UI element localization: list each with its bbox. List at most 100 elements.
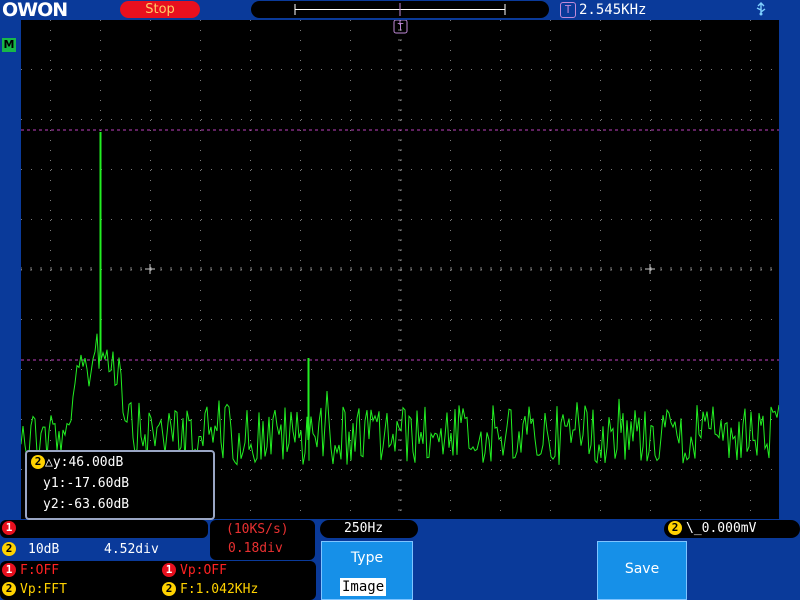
type-softkey[interactable]: Type Image bbox=[321, 541, 413, 600]
grid-dot bbox=[600, 180, 601, 181]
grid-dot bbox=[361, 469, 362, 470]
grid-dot bbox=[761, 369, 762, 370]
grid-dot bbox=[450, 250, 451, 251]
grid-dot bbox=[100, 100, 101, 101]
grid-dot bbox=[151, 119, 152, 120]
run-state-badge[interactable]: Stop bbox=[120, 1, 200, 18]
grid-dot bbox=[391, 369, 392, 370]
owon-logo: OWON bbox=[2, 0, 68, 20]
grid-dot bbox=[481, 419, 482, 420]
grid-dot bbox=[381, 69, 382, 70]
grid-dot bbox=[771, 419, 772, 420]
grid-dot bbox=[551, 69, 552, 70]
grid-dot bbox=[491, 169, 492, 170]
grid-dot bbox=[50, 70, 51, 71]
grid-dot bbox=[201, 119, 202, 120]
grid-dot bbox=[600, 30, 601, 31]
grid-dot bbox=[150, 410, 151, 411]
grid-dot bbox=[241, 69, 242, 70]
grid-dot bbox=[450, 100, 451, 101]
grid-dot bbox=[300, 330, 301, 331]
grid-dot bbox=[331, 369, 332, 370]
grid-dot bbox=[200, 230, 201, 231]
grid-dot bbox=[541, 69, 542, 70]
grid-dot bbox=[650, 260, 651, 261]
grid-dot bbox=[200, 310, 201, 311]
grid-dot bbox=[50, 410, 51, 411]
grid-dot bbox=[650, 420, 651, 421]
grid-dot bbox=[711, 119, 712, 120]
grid-dot bbox=[150, 130, 151, 131]
grid-dot bbox=[550, 390, 551, 391]
grid-dot bbox=[700, 290, 701, 291]
grid-dot bbox=[250, 340, 251, 341]
grid-dot bbox=[650, 20, 651, 21]
grid-dot bbox=[450, 310, 451, 311]
grid-dot bbox=[741, 369, 742, 370]
grid-dot bbox=[350, 300, 351, 301]
grid-dot bbox=[61, 419, 62, 420]
grid-dot bbox=[100, 30, 101, 31]
grid-dot bbox=[611, 169, 612, 170]
grid-dot bbox=[681, 119, 682, 120]
grid-dot bbox=[181, 119, 182, 120]
grid-dot bbox=[361, 419, 362, 420]
grid-dot bbox=[701, 69, 702, 70]
grid-dot bbox=[81, 369, 82, 370]
grid-dot bbox=[771, 469, 772, 470]
grid-dot bbox=[241, 469, 242, 470]
grid-dot bbox=[700, 150, 701, 151]
grid-dot bbox=[701, 469, 702, 470]
grid-dot bbox=[431, 319, 432, 320]
grid-dot bbox=[771, 169, 772, 170]
grid-dot bbox=[761, 119, 762, 120]
grid-dot bbox=[700, 210, 701, 211]
grid-dot bbox=[571, 119, 572, 120]
grid-dot bbox=[471, 369, 472, 370]
waveform-display[interactable]: T bbox=[21, 20, 779, 519]
grid-dot bbox=[700, 410, 701, 411]
grid-dot bbox=[500, 480, 501, 481]
timebase-window-icon bbox=[294, 3, 506, 16]
grid-dot bbox=[31, 69, 32, 70]
grid-dot bbox=[550, 510, 551, 511]
grid-dot bbox=[711, 469, 712, 470]
grid-dot bbox=[650, 350, 651, 351]
grid-dot bbox=[450, 460, 451, 461]
grid-dot bbox=[450, 80, 451, 81]
grid-dot bbox=[421, 119, 422, 120]
grid-dot bbox=[421, 219, 422, 220]
grid-dot bbox=[50, 100, 51, 101]
ch2-position: 4.52div bbox=[104, 542, 159, 557]
grid-dot bbox=[750, 490, 751, 491]
grid-dot bbox=[191, 219, 192, 220]
grid-dot bbox=[650, 370, 651, 371]
grid-dot bbox=[350, 350, 351, 351]
grid-dot bbox=[250, 150, 251, 151]
grid-dot bbox=[491, 119, 492, 120]
grid-dot bbox=[200, 330, 201, 331]
grid-dot bbox=[211, 219, 212, 220]
grid-dot bbox=[381, 319, 382, 320]
grid-dot bbox=[350, 280, 351, 281]
grid-dot bbox=[201, 419, 202, 420]
grid-dot bbox=[750, 460, 751, 461]
grid-dot bbox=[200, 260, 201, 261]
grid-dot bbox=[700, 250, 701, 251]
grid-dot bbox=[271, 419, 272, 420]
grid-dot bbox=[250, 460, 251, 461]
grid-dot bbox=[550, 150, 551, 151]
grid-dot bbox=[391, 119, 392, 120]
grid-dot bbox=[100, 120, 101, 121]
grid-dot bbox=[171, 69, 172, 70]
grid-dot bbox=[281, 419, 282, 420]
grid-dot bbox=[250, 510, 251, 511]
grid-dot bbox=[311, 219, 312, 220]
grid-dot bbox=[481, 319, 482, 320]
grid-dot bbox=[531, 219, 532, 220]
grid-dot bbox=[250, 320, 251, 321]
save-button[interactable]: Save bbox=[597, 541, 687, 600]
grid-dot bbox=[50, 130, 51, 131]
grid-dot bbox=[350, 160, 351, 161]
grid-dot bbox=[350, 310, 351, 311]
